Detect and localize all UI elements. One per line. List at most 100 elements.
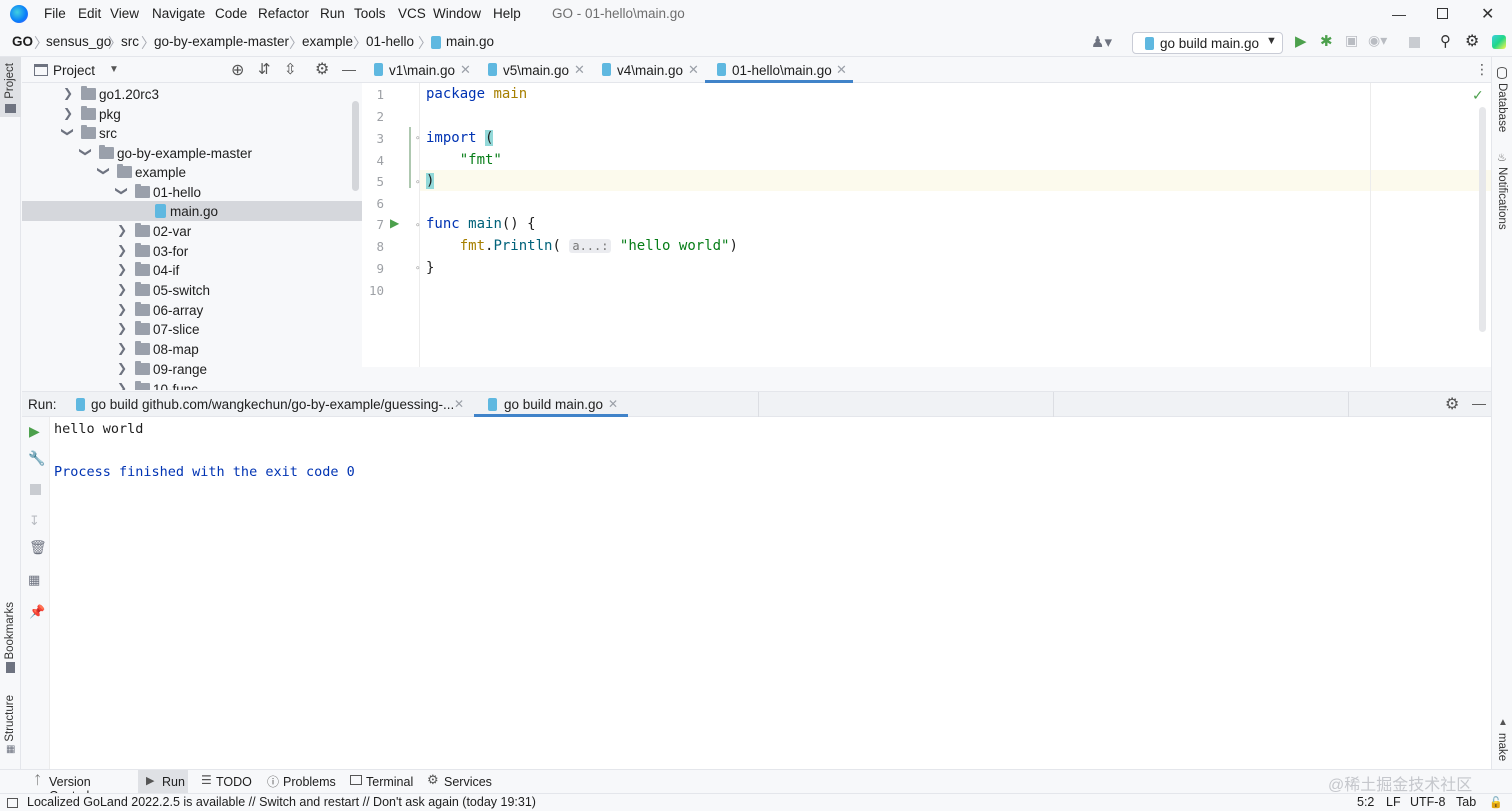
tree-item[interactable]: ❯ 10-func <box>22 379 362 390</box>
status-window-icon[interactable] <box>7 798 18 808</box>
run-configuration-selector[interactable]: go build main.go ▼ <box>1132 32 1283 54</box>
menu-help[interactable]: Help <box>493 6 521 21</box>
menu-run[interactable]: Run <box>320 6 345 21</box>
editor-scrollbar[interactable] <box>1479 107 1486 332</box>
run-icon[interactable]: ▶ <box>1295 32 1307 50</box>
chevron-right-icon[interactable]: ❯ <box>116 341 128 355</box>
tree-scrollbar[interactable] <box>352 101 359 191</box>
rerun-icon[interactable]: ▶ <box>29 423 40 440</box>
breadcrumb-src[interactable]: src <box>121 34 139 49</box>
chevron-down-icon[interactable]: ❯ <box>115 185 129 197</box>
file-encoding[interactable]: UTF-8 <box>1410 795 1445 809</box>
close-icon[interactable]: ✕ <box>454 397 464 411</box>
tree-item[interactable]: ❯ pkg <box>22 104 362 124</box>
minimize-button[interactable]: — <box>1392 6 1406 22</box>
tree-item[interactable]: ❯ go1.20rc3 <box>22 84 362 104</box>
close-icon[interactable]: ✕ <box>574 62 585 78</box>
tool-run[interactable]: ▶ Run <box>138 770 188 793</box>
chevron-down-icon[interactable]: ❯ <box>79 146 93 158</box>
status-message[interactable]: Localized GoLand 2022.2.5 is available /… <box>27 795 536 809</box>
tab-01-hello-main-go[interactable]: 01-hello\main.go ✕ <box>705 57 853 83</box>
stop-icon[interactable] <box>30 484 41 495</box>
run-tab-guessing[interactable]: go build github.com/wangkechun/go-by-exa… <box>72 392 472 417</box>
tree-item[interactable]: ❯ 09-range <box>22 359 362 379</box>
locate-icon[interactable]: ⊕ <box>231 60 244 80</box>
stop-icon[interactable] <box>1409 37 1420 48</box>
profile-icon[interactable]: ◉▾ <box>1368 32 1387 49</box>
chevron-down-icon[interactable]: ▼ <box>109 64 119 75</box>
tool-terminal[interactable]: Terminal <box>348 770 413 793</box>
breadcrumb-main-go[interactable]: main.go <box>446 34 494 49</box>
line-ending[interactable]: LF <box>1386 795 1401 809</box>
tab-v4-main-go[interactable]: v4\main.go ✕ <box>590 57 704 83</box>
expand-all-icon[interactable]: ⇵ <box>258 60 271 78</box>
chevron-right-icon[interactable]: ❯ <box>116 223 128 237</box>
menu-code[interactable]: Code <box>215 6 247 21</box>
menu-edit[interactable]: Edit <box>78 6 101 21</box>
fold-icon[interactable]: ⚬ <box>414 220 422 231</box>
tree-item[interactable]: ❯ 01-hello <box>22 182 362 202</box>
gear-icon[interactable]: ⚙ <box>315 59 329 79</box>
structure-tool-label[interactable]: Structure <box>4 695 16 742</box>
chevron-right-icon[interactable]: ❯ <box>62 106 74 120</box>
fold-icon[interactable]: ⚬ <box>414 133 422 144</box>
user-icon[interactable]: ♟▾ <box>1091 33 1112 51</box>
make-tool-label[interactable]: make <box>1496 733 1508 761</box>
restore-button[interactable] <box>1437 8 1448 19</box>
menu-file[interactable]: File <box>44 6 66 21</box>
close-icon[interactable]: ✕ <box>460 62 471 78</box>
chevron-down-icon[interactable]: ❯ <box>97 165 111 177</box>
menu-tools[interactable]: Tools <box>354 6 386 21</box>
settings-icon[interactable]: ⚙ <box>1465 31 1479 51</box>
gear-icon[interactable]: ⚙ <box>1445 394 1459 414</box>
breadcrumb-root[interactable]: GO <box>12 34 33 49</box>
chevron-right-icon[interactable]: ❯ <box>116 381 128 390</box>
layout-icon[interactable]: ▦ <box>28 572 40 588</box>
tree-item[interactable]: ❯ go-by-example-master <box>22 143 362 163</box>
jetbrains-toolbox-icon[interactable] <box>1492 35 1506 49</box>
notifications-tool-label[interactable]: Notifications <box>1496 167 1508 230</box>
tree-item[interactable]: ❯ 04-if <box>22 260 362 280</box>
chevron-right-icon[interactable]: ❯ <box>116 361 128 375</box>
tree-item-selected[interactable]: main.go <box>22 201 362 221</box>
database-tool-label[interactable]: Database <box>1496 83 1508 132</box>
wrench-icon[interactable]: 🔧 <box>28 450 45 467</box>
tree-item[interactable]: ❯ 06-array <box>22 300 362 320</box>
close-window-button[interactable]: ✕ <box>1481 4 1494 24</box>
tab-v1-main-go[interactable]: v1\main.go ✕ <box>362 57 476 83</box>
collapse-all-icon[interactable]: ⇳ <box>284 60 297 78</box>
search-icon[interactable]: ⚲ <box>1440 32 1451 50</box>
tab-v5-main-go[interactable]: v5\main.go ✕ <box>476 57 590 83</box>
tool-todo[interactable]: ☰ TODO <box>198 770 254 793</box>
hide-panel-icon[interactable]: — <box>1472 395 1486 411</box>
bookmarks-tool-label[interactable]: Bookmarks <box>4 602 16 660</box>
menu-window[interactable]: Window <box>433 6 481 21</box>
breadcrumb-01-hello[interactable]: 01-hello <box>366 34 414 49</box>
chevron-right-icon[interactable]: ❯ <box>116 321 128 335</box>
tree-item[interactable]: ❯ example <box>22 162 362 182</box>
chevron-right-icon[interactable]: ❯ <box>116 282 128 296</box>
caret-position[interactable]: 5:2 <box>1357 795 1374 809</box>
run-gutter-icon[interactable]: ▶ <box>390 216 399 230</box>
menu-view[interactable]: View <box>110 6 139 21</box>
close-icon[interactable]: ✕ <box>608 397 618 411</box>
tree-item[interactable]: ❯ 03-for <box>22 241 362 261</box>
pin-icon[interactable]: 📌 <box>29 604 45 620</box>
trash-icon[interactable]: 🗑 <box>29 539 47 556</box>
debug-icon[interactable]: ✱ <box>1320 32 1333 50</box>
project-panel-title[interactable]: Project <box>53 63 95 78</box>
breadcrumb-example[interactable]: example <box>302 34 353 49</box>
tool-version-control[interactable]: ᛏ Version Control <box>30 770 133 803</box>
run-tab-go-build-main[interactable]: go build main.go ✕ <box>474 392 628 417</box>
hide-panel-icon[interactable]: — <box>342 61 356 77</box>
close-icon[interactable]: ✕ <box>688 62 699 78</box>
tree-item[interactable]: ❯ 08-map <box>22 339 362 359</box>
tool-services[interactable]: ⚙ Services <box>425 770 492 793</box>
chevron-right-icon[interactable]: ❯ <box>116 262 128 276</box>
more-tabs-icon[interactable]: ⋮ <box>1475 61 1489 78</box>
lock-icon[interactable]: 🔓 <box>1489 796 1503 809</box>
coverage-icon[interactable]: ▣ <box>1345 32 1358 49</box>
menu-vcs[interactable]: VCS <box>398 6 426 21</box>
chevron-right-icon[interactable]: ❯ <box>116 243 128 257</box>
fold-icon[interactable]: ⚬ <box>414 177 422 188</box>
